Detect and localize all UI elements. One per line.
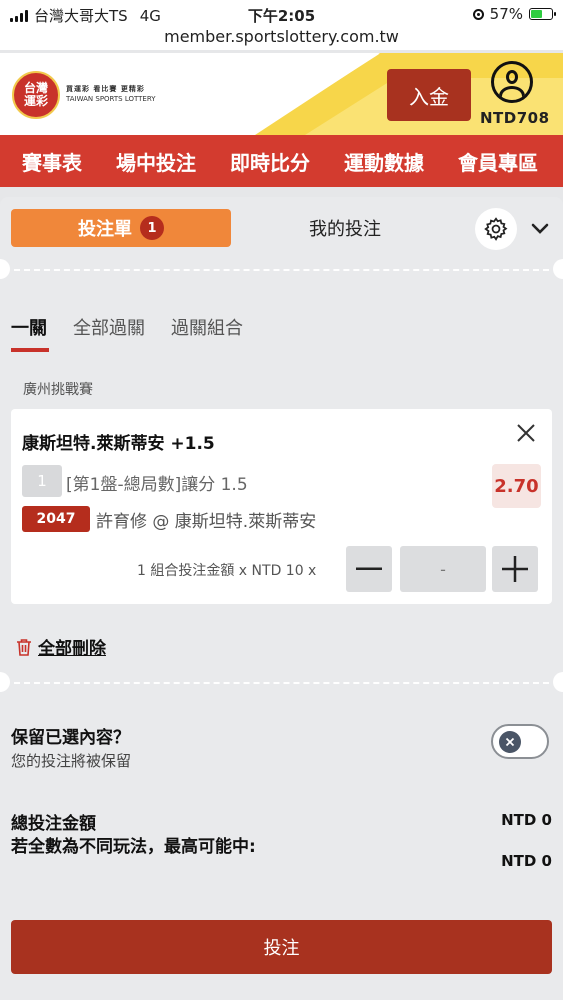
battery-percent: 57% [489, 5, 523, 23]
tab-my-bets[interactable]: 我的投注 [260, 209, 430, 247]
bet-index: 1 [22, 465, 62, 497]
total-stake-label: 總投注金額 [11, 814, 96, 834]
stake-input[interactable]: - [400, 546, 486, 592]
nav-item-live-scores[interactable]: 即時比分 [208, 147, 310, 176]
orientation-lock-icon [472, 8, 484, 20]
game-id-badge: 2047 [22, 506, 90, 532]
close-icon [517, 424, 535, 442]
combo-stake-label: 1 組合投注金額 x NTD 10 x [137, 563, 317, 579]
trash-icon [17, 638, 31, 656]
total-stake-value: NTD 0 [501, 811, 552, 829]
nav-item-member-area[interactable]: 會員專區 [436, 147, 538, 176]
close-icon [505, 737, 515, 747]
remove-bet-button[interactable] [512, 419, 540, 447]
nav-item-sports-data[interactable]: 運動數據 [322, 147, 424, 176]
tab-single[interactable]: 一關 [11, 314, 49, 352]
logo-text: 買運彩 看比賽 更精彩 TAIWAN SPORTS LOTTERY [66, 85, 156, 103]
place-bet-button[interactable]: 投注 [11, 920, 552, 974]
increase-stake-button[interactable] [492, 546, 538, 592]
tab-all-parlay[interactable]: 全部過關 [73, 314, 145, 352]
match-name: 許育修 @ 康斯坦特.萊斯蒂安 [96, 512, 317, 532]
league-name: 廣州挑戰賽 [23, 382, 93, 398]
tab-betslip[interactable]: 投注單 1 [11, 209, 231, 247]
keep-selection-subtitle: 您的投注將被保留 [11, 752, 132, 770]
battery-icon [529, 8, 556, 20]
tab-betslip-label: 投注單 [78, 219, 132, 240]
ticket-notch-right [553, 672, 563, 692]
status-right: 57% [472, 5, 556, 23]
url-bar[interactable]: member.sportslottery.com.tw [0, 27, 563, 46]
minus-icon [356, 567, 382, 570]
bet-card: 康斯坦特.萊斯蒂安 +1.5 1 [第1盤-總局數]讓分 1.5 2.70 20… [11, 409, 552, 604]
site-logo[interactable]: 台灣 運彩 買運彩 看比賽 更精彩 TAIWAN SPORTS LOTTERY [12, 71, 156, 119]
deposit-button[interactable]: 入金 [387, 69, 471, 121]
tab-parlay-combo[interactable]: 過關組合 [171, 314, 243, 352]
status-bar: 台灣大哥大TS 4G 下午2:05 member.sportslottery.c… [0, 0, 563, 50]
delete-all-label: 全部刪除 [38, 639, 106, 659]
delete-all-button[interactable]: 全部刪除 [16, 634, 106, 659]
odds-value: 2.70 [492, 464, 541, 508]
divider [14, 269, 549, 271]
betslip-panel: 投注單 1 我的投注 一關 全部過關 過關組合 廣州挑戰賽 康斯坦特.萊斯蒂安 … [0, 197, 563, 1000]
max-win-label: 若全數為不同玩法，最高可能中: [11, 837, 256, 857]
gear-icon [484, 217, 508, 241]
chevron-down-icon [531, 223, 549, 234]
decrease-stake-button[interactable] [346, 546, 392, 592]
account-balance: NTD708 [480, 109, 550, 127]
keep-selection-toggle[interactable] [491, 724, 549, 759]
ticket-notch-left [0, 259, 10, 279]
bet-market: [第1盤-總局數]讓分 1.5 [66, 475, 248, 495]
site-header: 台灣 運彩 買運彩 看比賽 更精彩 TAIWAN SPORTS LOTTERY … [0, 53, 563, 135]
ticket-notch-right [553, 259, 563, 279]
betslip-tabs: 投注單 1 我的投注 [0, 208, 563, 250]
bet-selection-title: 康斯坦特.萊斯蒂安 +1.5 [22, 434, 215, 454]
keep-selection-title: 保留已選內容？ [11, 728, 130, 748]
max-win-value: NTD 0 [501, 852, 552, 870]
account-menu[interactable]: NTD708 [480, 61, 550, 127]
settings-button[interactable] [475, 208, 517, 250]
bet-type-tabs: 一關 全部過關 過關組合 [11, 314, 243, 352]
betslip-count-badge: 1 [140, 216, 164, 240]
nav-item-live-betting[interactable]: 場中投注 [94, 147, 196, 176]
user-icon[interactable] [491, 61, 533, 103]
nav-item-schedule[interactable]: 賽事表 [0, 147, 82, 176]
plus-icon [502, 556, 528, 582]
ticket-notch-left [0, 672, 10, 692]
logo-emblem: 台灣 運彩 [12, 71, 60, 119]
toggle-knob [499, 731, 521, 753]
collapse-button[interactable] [528, 217, 552, 241]
divider [14, 682, 549, 684]
main-nav: 賽事表 場中投注 即時比分 運動數據 會員專區 [0, 135, 563, 187]
